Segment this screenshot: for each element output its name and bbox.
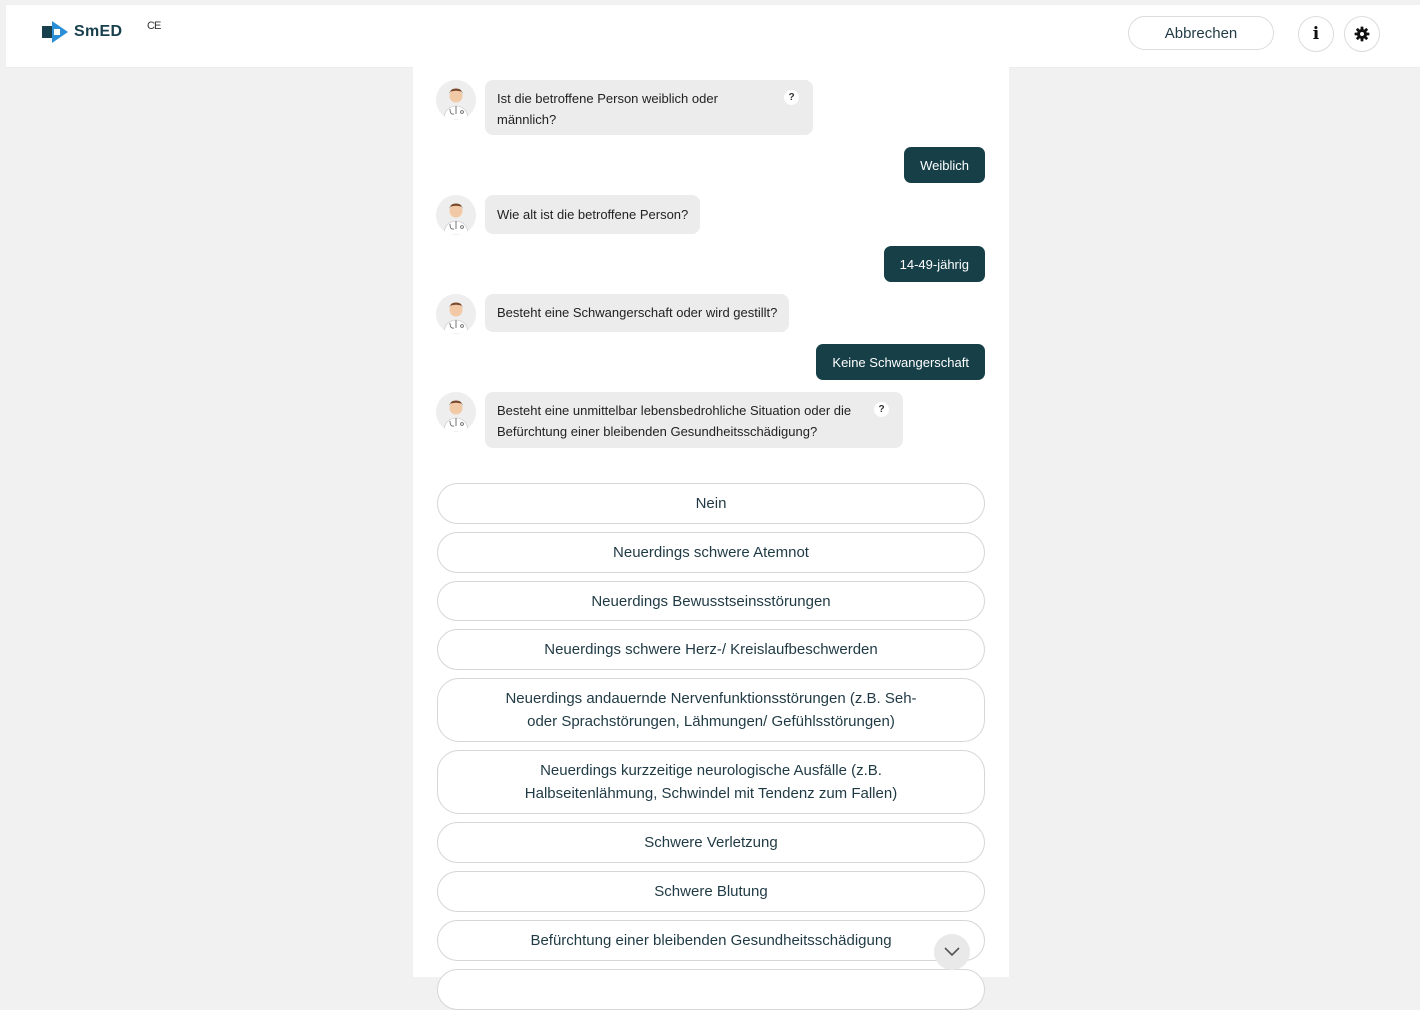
answer-option[interactable]: Befürchtung einer bleibenden Gesundheits…: [437, 920, 985, 961]
cancel-button[interactable]: Abbrechen: [1128, 16, 1274, 50]
doctor-avatar: [436, 195, 476, 235]
doctor-avatar: [436, 392, 476, 432]
bot-message-text: Besteht eine Schwangerschaft oder wird g…: [497, 305, 778, 320]
brand-name: SmED: [74, 23, 123, 40]
bot-message: Besteht eine unmittelbar lebensbedrohlic…: [485, 392, 903, 448]
answer-option[interactable]: Neuerdings kurzzeitige neurologische Aus…: [437, 750, 985, 814]
answer-option[interactable]: Neuerdings schwere Atemnot: [437, 532, 985, 573]
doctor-icon: [436, 80, 476, 120]
bot-message-text: Wie alt ist die betroffene Person?: [497, 207, 689, 222]
bot-message: Wie alt ist die betroffene Person?: [485, 195, 701, 234]
user-answer: Keine Schwangerschaft: [816, 344, 985, 380]
gear-icon: [1354, 26, 1370, 42]
chevron-down-icon: [944, 947, 960, 957]
smed-logo: SmED: [42, 19, 122, 45]
bot-message-text: Ist die betroffene Person weiblich oder …: [497, 91, 718, 127]
bot-message-text: Besteht eine unmittelbar lebensbedrohlic…: [497, 403, 852, 439]
doctor-icon: [436, 392, 476, 432]
bot-message: Besteht eine Schwangerschaft oder wird g…: [485, 294, 790, 332]
ce-mark: CE: [147, 20, 161, 32]
bot-message: Ist die betroffene Person weiblich oder …: [485, 80, 813, 135]
info-button[interactable]: i: [1298, 16, 1334, 52]
scroll-down-button[interactable]: [934, 934, 970, 970]
user-answer: 14-49-jährig: [883, 246, 985, 282]
answer-option[interactable]: Neuerdings schwere Herz-/ Kreislaufbesch…: [437, 629, 985, 670]
answer-option[interactable]: Nein: [437, 483, 985, 524]
user-answer: Weiblich: [904, 147, 985, 183]
doctor-avatar: [436, 294, 476, 334]
user-answer-text: 14-49-jährig: [899, 256, 969, 272]
answer-option[interactable]: Schwere Verletzung: [437, 822, 985, 863]
doctor-icon: [436, 195, 476, 235]
settings-button[interactable]: [1344, 16, 1380, 52]
smed-logo-icon: [42, 21, 68, 43]
doctor-avatar: [436, 80, 476, 120]
user-answer-text: Keine Schwangerschaft: [832, 354, 969, 370]
answer-option[interactable]: Neuerdings andauernde Nervenfunktionsstö…: [437, 678, 985, 742]
answer-option[interactable]: Neuerdings Bewusstseinsstörungen: [437, 581, 985, 621]
answer-option-partial[interactable]: [437, 969, 985, 1010]
chat-panel: Ist die betroffene Person weiblich oder …: [413, 67, 1009, 1010]
answer-option[interactable]: Schwere Blutung: [437, 871, 985, 912]
help-icon[interactable]: ?: [784, 90, 799, 105]
info-icon: i: [1312, 24, 1320, 44]
user-answer-text: Weiblich: [920, 157, 969, 173]
doctor-icon: [436, 294, 476, 334]
app-header: SmED CE Abbrechen i: [6, 5, 1420, 68]
help-icon[interactable]: ?: [874, 402, 889, 417]
